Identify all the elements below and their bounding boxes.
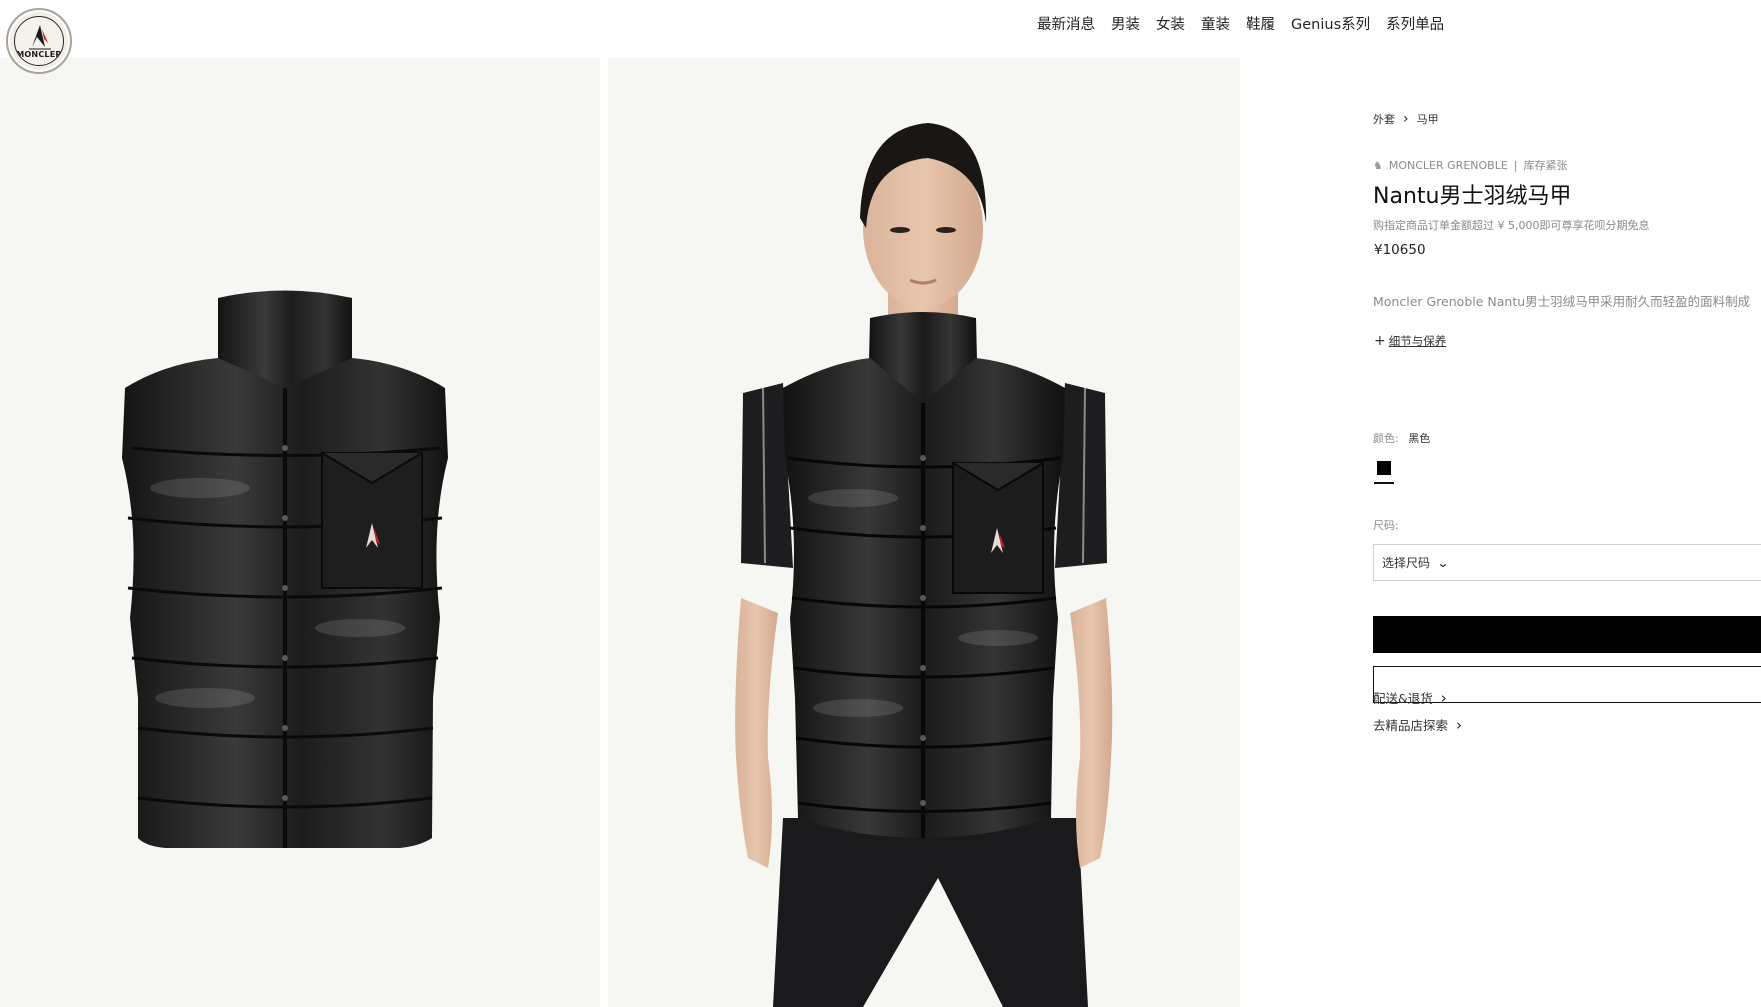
- color-swatch-black[interactable]: [1377, 461, 1391, 475]
- brand-line: MONCLER GRENOBLE: [1388, 158, 1508, 172]
- model-illustration: [735, 123, 1113, 1007]
- nav-item-women[interactable]: 女装: [1156, 13, 1185, 34]
- vest-product-illustration: [122, 290, 448, 848]
- details-care-label: 细节与保养: [1388, 334, 1447, 348]
- logo-text: MONCLER: [16, 50, 62, 59]
- details-care-link[interactable]: + 细节与保养: [1374, 333, 1446, 349]
- plus-icon: +: [1374, 333, 1386, 349]
- nav-item-shoes[interactable]: 鞋履: [1246, 13, 1275, 34]
- size-select-value: 选择尺码: [1382, 556, 1431, 570]
- product-details-panel: 外套 › 马甲 ♞ MONCLER GRENOBLE | 库存紧张 Nantu男…: [1240, 50, 1761, 1007]
- breadcrumb-item-outerwear[interactable]: 外套: [1373, 111, 1395, 127]
- nav-item-new[interactable]: 最新消息: [1037, 13, 1095, 34]
- nav-item-genius[interactable]: Genius系列: [1291, 13, 1370, 34]
- gallery-divider: [600, 58, 608, 1007]
- color-value: 黑色: [1408, 432, 1431, 445]
- add-to-cart-button[interactable]: [1373, 616, 1761, 653]
- chevron-right-icon: ›: [1403, 111, 1409, 127]
- product-meta: ♞ MONCLER GRENOBLE | 库存紧张: [1373, 157, 1568, 173]
- size-label: 尺码:: [1373, 519, 1399, 532]
- nav-item-kids[interactable]: 童装: [1201, 13, 1230, 34]
- chevron-right-icon: ›: [1456, 715, 1463, 734]
- breadcrumb-item-vest[interactable]: 马甲: [1417, 111, 1439, 127]
- meta-divider: |: [1513, 158, 1518, 172]
- rooster-icon: ♞: [1373, 158, 1383, 172]
- nav-item-men[interactable]: 男装: [1111, 13, 1140, 34]
- shipping-returns-label: 配送&退货: [1373, 691, 1433, 706]
- color-info: 颜色: 黑色: [1373, 430, 1430, 446]
- shipping-returns-link[interactable]: 配送&退货 ›: [1373, 688, 1447, 707]
- site-header: MONCLER 最新消息 男装 女装 童装 鞋履 Genius系列 系列单品: [0, 0, 1761, 74]
- stock-status: 库存紧张: [1523, 159, 1568, 172]
- product-description: Moncler Grenoble Nantu男士羽绒马甲采用耐久而轻盈的面料制成: [1373, 294, 1751, 309]
- promo-text: 购指定商品订单金额超过 ¥ 5,000即可尊享花呗分期免息: [1373, 219, 1650, 232]
- nav-item-collections[interactable]: 系列单品: [1386, 13, 1444, 34]
- size-select[interactable]: 选择尺码 ⌄: [1373, 544, 1761, 581]
- product-details-content: 外套 › 马甲 ♞ MONCLER GRENOBLE | 库存紧张 Nantu男…: [1373, 50, 1761, 1007]
- product-title: Nantu男士羽绒马甲: [1373, 184, 1572, 209]
- breadcrumb: 外套 › 马甲: [1373, 111, 1439, 127]
- swatch-selected-indicator: [1374, 482, 1394, 484]
- logo-emblem: MONCLER: [14, 16, 64, 66]
- moncler-logo[interactable]: MONCLER: [6, 8, 72, 74]
- main-nav: 最新消息 男装 女装 童装 鞋履 Genius系列 系列单品: [1037, 13, 1444, 34]
- product-image-front[interactable]: [0, 58, 600, 1007]
- product-price: ¥10650: [1374, 242, 1426, 258]
- product-image-model[interactable]: [608, 58, 1240, 1007]
- boutique-explore-label: 去精品店探索: [1373, 718, 1449, 733]
- boutique-explore-link[interactable]: 去精品店探索 ›: [1373, 715, 1462, 734]
- color-label: 颜色:: [1373, 432, 1399, 445]
- chevron-down-icon: ⌄: [1436, 555, 1450, 570]
- chevron-right-icon: ›: [1440, 688, 1447, 707]
